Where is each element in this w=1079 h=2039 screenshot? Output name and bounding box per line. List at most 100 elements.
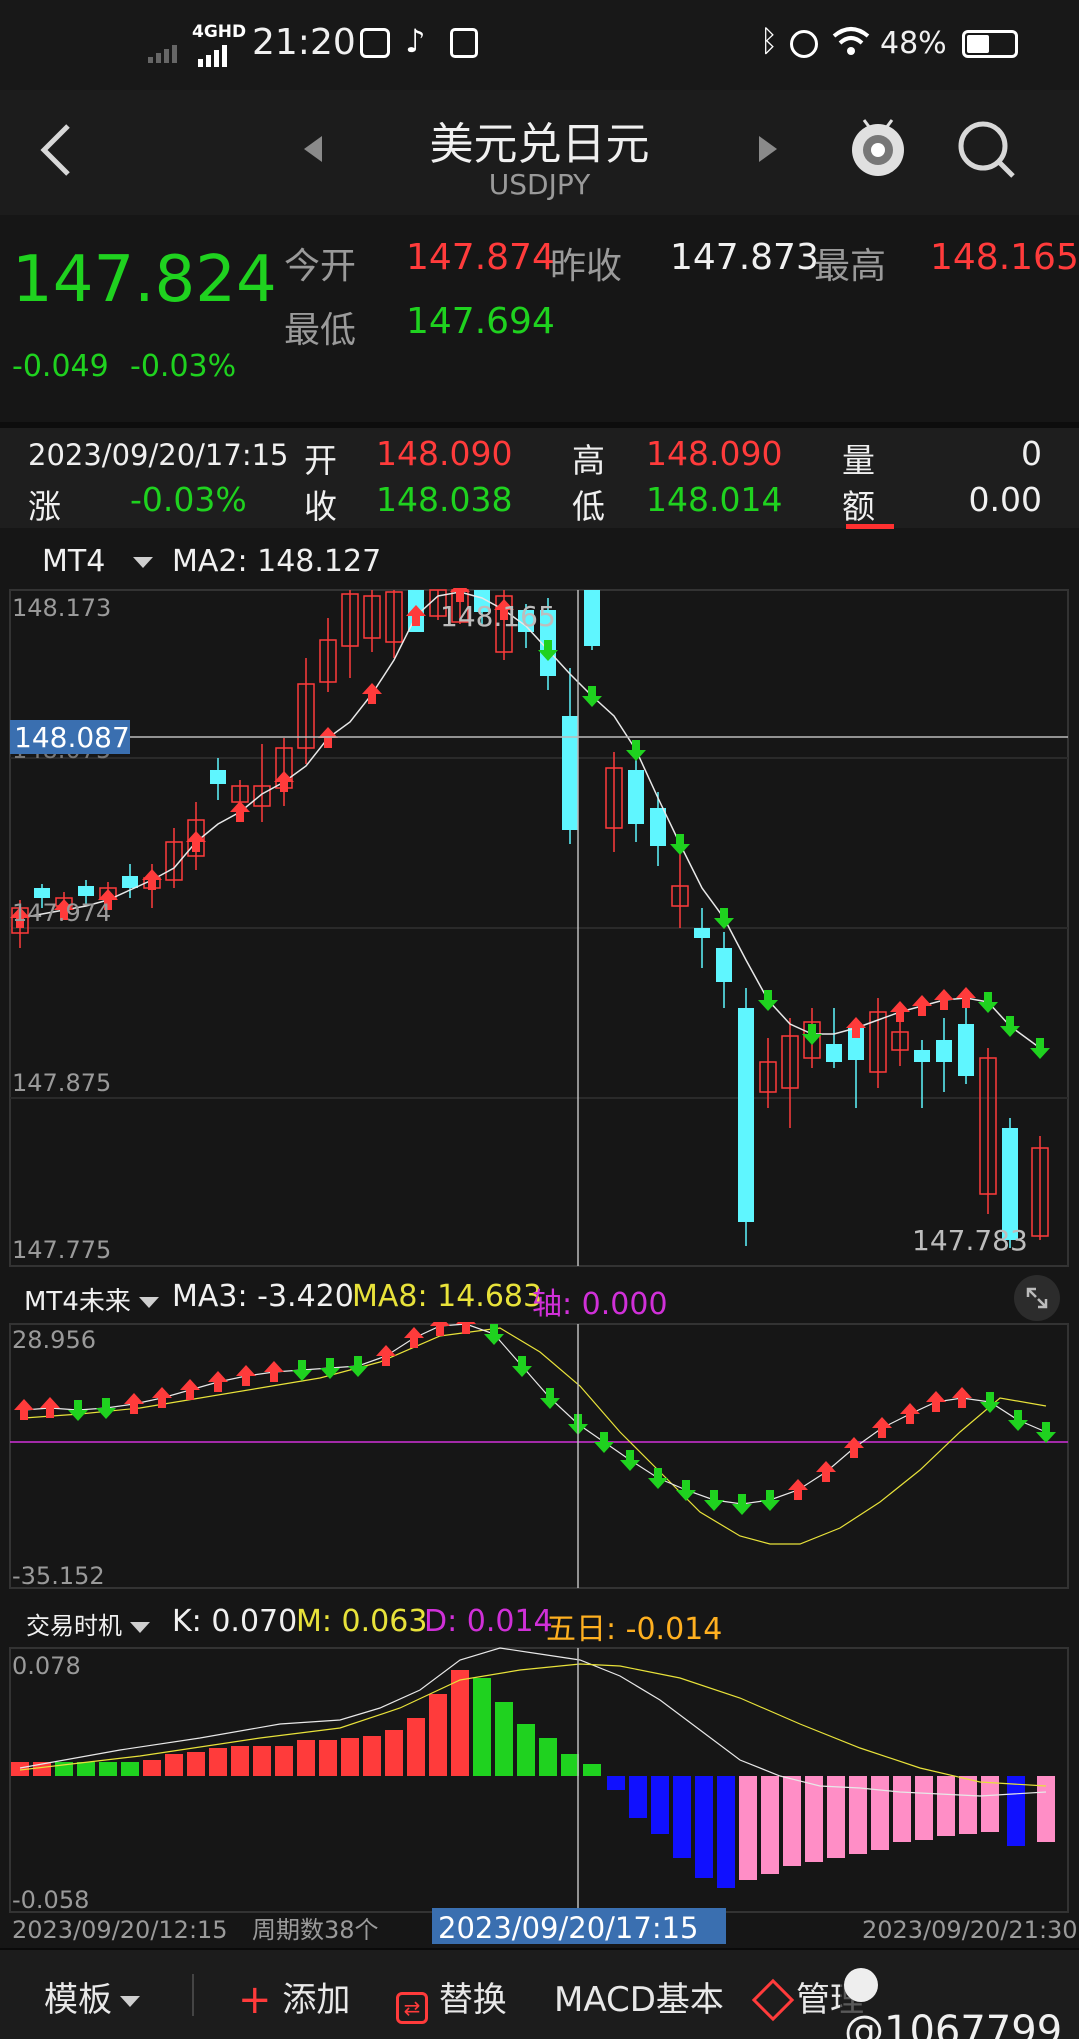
histogram-bar: [77, 1762, 95, 1776]
up-arrow-icon: [934, 989, 954, 1010]
manage-icon: [751, 1978, 795, 2022]
histogram-bar: [937, 1776, 955, 1836]
ohlc-close-value: 148.038: [376, 480, 513, 519]
histogram-bar: [209, 1748, 227, 1776]
watermark-text: @1067799: [844, 2008, 1063, 2039]
up-arrow-icon: [788, 1479, 808, 1500]
amount-underline: [846, 524, 894, 529]
candle-body: [650, 808, 666, 846]
high-value: 148.165: [930, 237, 1079, 278]
histogram-bar: [341, 1738, 359, 1776]
histogram-bar: [695, 1776, 713, 1878]
histogram-bar: [297, 1740, 315, 1776]
next-symbol-icon[interactable]: [757, 134, 779, 168]
ohlc-change-value: -0.03%: [130, 480, 247, 519]
macd-basic-button[interactable]: MACD基本: [554, 1972, 724, 2021]
up-arrow-icon: [142, 869, 162, 890]
ohlc-close-label: 收: [304, 487, 337, 526]
mid-chart-header: MT4未来 MA3: -3.420 MA8: 14.683 轴: 0.000: [0, 1275, 1079, 1325]
watermark: @1067799: [840, 1962, 1079, 2039]
candle-body: [716, 948, 732, 982]
plus-icon: +: [238, 1977, 272, 2023]
period-count: 周期数38个: [252, 1916, 379, 1944]
down-arrow-icon: [1036, 1422, 1056, 1443]
up-arrow-icon: [124, 1393, 144, 1414]
up-arrow-icon: [180, 1379, 200, 1400]
down-arrow-icon: [670, 834, 690, 855]
replace-label: 替换: [438, 1980, 507, 2020]
wifi-icon: [832, 24, 870, 67]
swap-icon: ⇄: [396, 1992, 428, 2024]
histogram-bar: [253, 1746, 271, 1776]
main-indicator-select[interactable]: MT4: [42, 544, 161, 579]
up-arrow-icon: [230, 801, 250, 822]
down-arrow-icon: [648, 1468, 668, 1489]
histogram-bar: [915, 1776, 933, 1840]
ohlc-low-label: 低: [572, 487, 605, 526]
prev-close-label: 昨收: [550, 246, 623, 287]
down-arrow-icon: [1030, 1038, 1050, 1059]
histogram-bar: [187, 1752, 205, 1776]
add-button[interactable]: + 添加: [238, 1972, 350, 2023]
up-arrow-icon: [926, 1391, 946, 1412]
crosshair-price: 148.087: [14, 721, 130, 754]
open-label: 今开: [284, 246, 357, 287]
template-button[interactable]: 模板: [44, 1972, 148, 2021]
histogram-bar: [451, 1670, 469, 1776]
main-candlestick-chart[interactable]: 148.173 147.974 147.875 147.775 148.075 …: [0, 588, 1079, 1268]
histogram-bar: [495, 1702, 513, 1776]
up-arrow-icon: [362, 683, 382, 704]
up-arrow-icon: [912, 995, 932, 1016]
bottom-indicator-label: 交易时机: [26, 1612, 122, 1640]
histogram-bar: [607, 1776, 625, 1790]
histogram-bar: [739, 1776, 757, 1880]
app-notification-icon-2: [450, 28, 478, 58]
histogram-bar: [871, 1776, 889, 1850]
chevron-down-icon: [133, 557, 154, 568]
up-arrow-icon: [274, 771, 294, 792]
prev-close-value: 147.873: [670, 237, 819, 278]
up-arrow-icon: [264, 1361, 284, 1382]
down-arrow-icon: [292, 1360, 312, 1381]
down-arrow-icon: [320, 1358, 340, 1379]
candle-body: [628, 770, 644, 824]
candle-body: [122, 876, 138, 888]
axis-value: 轴: 0.000: [532, 1287, 668, 1322]
histogram-bar: [143, 1760, 161, 1776]
ohlc-volume-value: 0: [1021, 434, 1042, 473]
template-label: 模板: [44, 1980, 112, 2020]
alarm-icon: [790, 30, 818, 58]
bottom-toolbar: 模板 + 添加 ⇄ 替换 MACD基本 管理 @1067799: [0, 1948, 1079, 2039]
up-arrow-icon: [952, 1387, 972, 1408]
histogram-bar: [165, 1754, 183, 1776]
search-icon[interactable]: [955, 118, 1019, 186]
histogram-bar: [561, 1754, 579, 1776]
down-arrow-icon: [620, 1450, 640, 1471]
ma8-value: MA8: 14.683: [352, 1279, 543, 1314]
y-axis-top: 148.173: [12, 594, 111, 622]
price-change-pct: -0.03%: [130, 349, 237, 384]
histogram-bar: [1007, 1776, 1025, 1846]
candle-body: [78, 886, 94, 896]
mid-y-top: 28.956: [12, 1326, 96, 1354]
mid-indicator-select[interactable]: MT4未来: [24, 1281, 167, 1318]
trade-timing-chart[interactable]: 0.078 -0.058 2023/09/20/12:15 周期数38个 202…: [0, 1646, 1079, 1946]
replace-button[interactable]: ⇄ 替换: [396, 1972, 507, 2024]
histogram-bar: [673, 1776, 691, 1858]
low-label: 最低: [284, 310, 357, 351]
expand-icon[interactable]: [1014, 1275, 1060, 1321]
ohlc-amount-value: 0.00: [968, 480, 1042, 519]
histogram-bar: [407, 1718, 425, 1776]
histogram-bar: [805, 1776, 823, 1862]
add-label: 添加: [282, 1980, 351, 2020]
robot-assistant-icon[interactable]: [848, 114, 908, 182]
up-arrow-icon: [14, 1399, 34, 1420]
symbol-code: USDJPY: [488, 168, 591, 201]
ma3-value: MA3: -3.420: [172, 1279, 354, 1314]
chevron-down-icon: [138, 1297, 159, 1308]
weibo-icon: [844, 1968, 878, 2002]
mt4-future-chart[interactable]: 28.956 -35.152: [0, 1322, 1079, 1590]
histogram-bar: [231, 1746, 249, 1776]
bottom-indicator-select[interactable]: 交易时机: [26, 1606, 158, 1641]
histogram-bar: [583, 1764, 601, 1776]
